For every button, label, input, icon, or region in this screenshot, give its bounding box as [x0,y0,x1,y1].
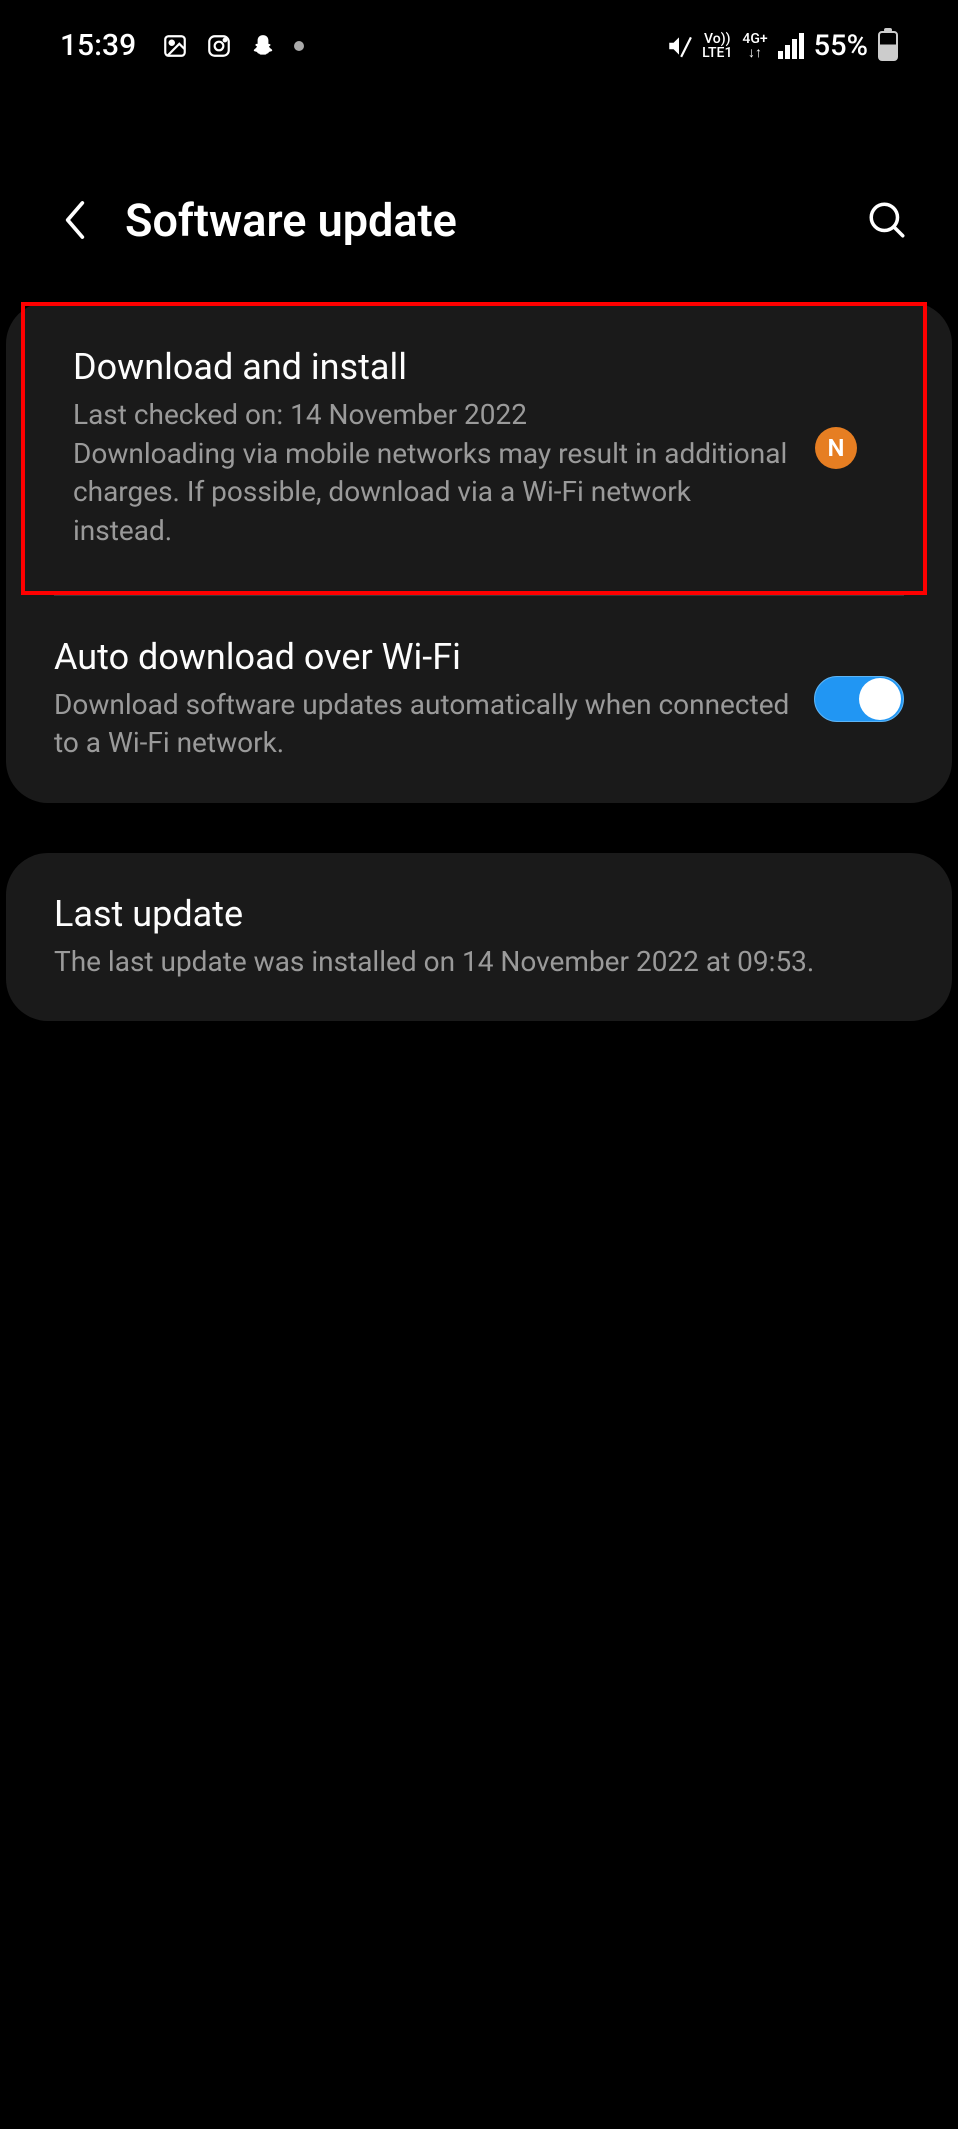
auto-download-toggle[interactable] [814,676,904,722]
auto-download-row[interactable]: Auto download over Wi-Fi Download softwa… [6,596,952,803]
chevron-left-icon [60,198,90,242]
download-install-row[interactable]: Download and install Last checked on: 14… [25,306,923,591]
app-header: Software update [0,83,958,302]
last-update-row[interactable]: Last update The last update was installe… [6,853,952,1022]
row-body: Download and install Last checked on: 14… [73,346,815,551]
status-bar: 15:39 Vo)) LTE1 4G+ ↓↑ 55% [0,0,958,83]
highlight-box: Download and install Last checked on: 14… [21,302,927,595]
battery-percent: 55% [814,29,868,63]
row-subtitle: Download software updates automatically … [54,686,794,763]
row-title: Auto download over Wi-Fi [54,636,794,678]
mute-icon [666,33,692,59]
row-title: Download and install [73,346,795,388]
status-time: 15:39 [60,28,136,63]
row-body: Auto download over Wi-Fi Download softwa… [54,636,814,763]
row-subtitle: Last checked on: 14 November 2022 Downlo… [73,396,795,551]
signal-icon [778,33,804,59]
search-button[interactable] [856,189,918,251]
status-left: 15:39 [60,28,304,63]
toggle-knob [859,678,901,720]
more-notifications-dot [294,41,304,51]
instagram-icon [206,33,232,59]
search-icon [866,199,908,241]
gallery-icon [162,33,188,59]
row-title: Last update [54,893,884,935]
row-body: Last update The last update was installe… [54,893,904,982]
settings-card-last-update: Last update The last update was installe… [6,853,952,1022]
page-title: Software update [125,194,856,247]
back-button[interactable] [50,188,100,252]
data-indicator: 4G+ ↓↑ [742,32,767,60]
battery-icon [878,31,898,61]
status-right: Vo)) LTE1 4G+ ↓↑ 55% [666,29,898,63]
volte-indicator: Vo)) LTE1 [702,32,732,60]
settings-card-updates: Download and install Last checked on: 14… [6,302,952,803]
row-subtitle: The last update was installed on 14 Nove… [54,943,884,982]
notification-badge: N [815,427,857,469]
snapchat-icon [250,33,276,59]
